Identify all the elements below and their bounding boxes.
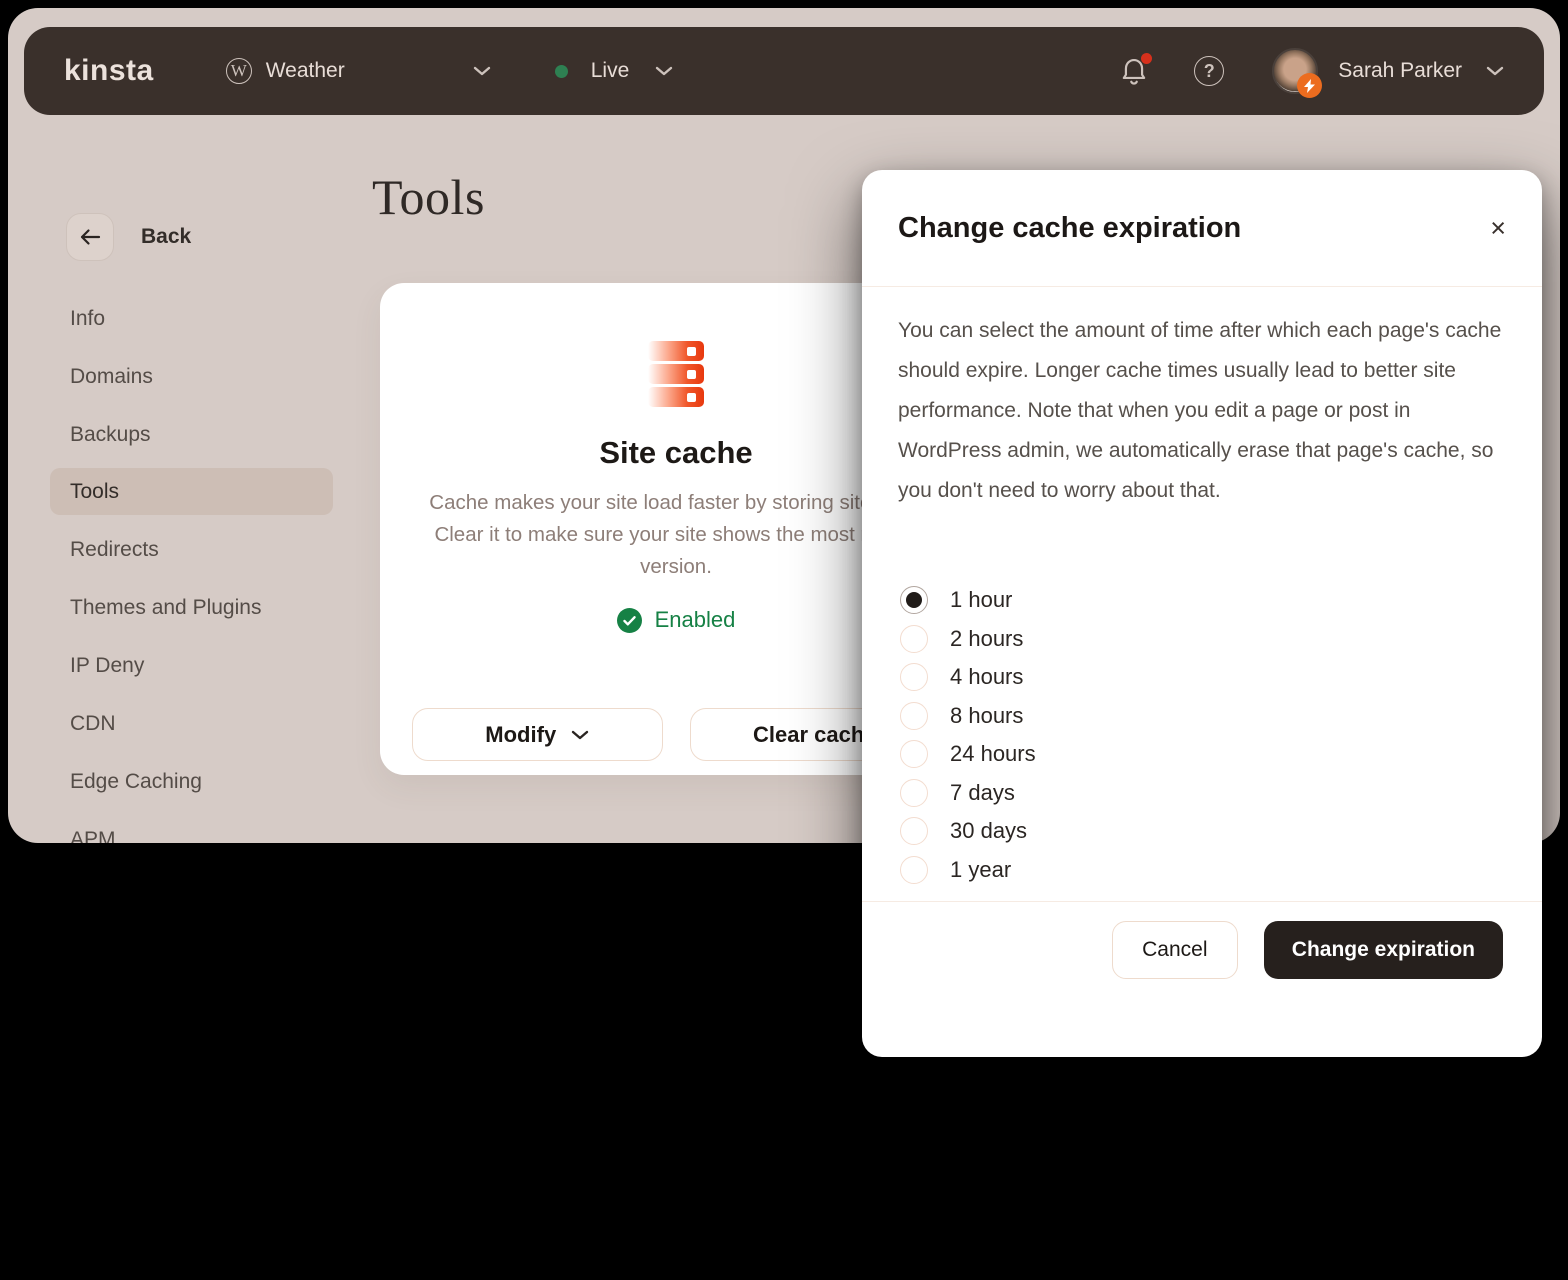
sidebar-item-ip-deny[interactable]: IP Deny: [50, 642, 333, 689]
sidebar-item-domains[interactable]: Domains: [50, 353, 333, 400]
sidebar-item-tools[interactable]: Tools: [50, 468, 333, 515]
sidebar-item-label: APM: [70, 828, 116, 844]
notification-badge: [1141, 53, 1152, 64]
radio-button[interactable]: [900, 625, 928, 653]
radio-option-8-hours[interactable]: 8 hours: [900, 702, 1036, 730]
back-button[interactable]: [66, 213, 114, 261]
radio-option-2-hours[interactable]: 2 hours: [900, 625, 1036, 653]
sidebar-item-label: Themes and Plugins: [70, 596, 261, 620]
page-title: Tools: [372, 168, 485, 226]
modal-description: You can select the amount of time after …: [862, 287, 1542, 511]
sidebar-item-label: Tools: [70, 480, 119, 504]
chevron-down-icon: [571, 730, 589, 740]
modal-footer: Cancel Change expiration: [862, 901, 1542, 979]
modify-button[interactable]: Modify: [412, 708, 663, 761]
cancel-button[interactable]: Cancel: [1112, 921, 1238, 979]
sidebar-item-label: Redirects: [70, 538, 159, 562]
sidebar-item-label: Info: [70, 307, 105, 331]
change-expiration-button[interactable]: Change expiration: [1264, 921, 1503, 979]
sidebar-item-apm[interactable]: APM: [50, 816, 333, 843]
chevron-down-icon: [655, 66, 673, 76]
sidebar-item-label: Backups: [70, 423, 151, 447]
radio-option-1-hour[interactable]: 1 hour: [900, 586, 1036, 614]
back-row: Back: [66, 213, 191, 261]
option-label: 1 year: [950, 857, 1011, 883]
lightning-badge-icon: [1297, 73, 1322, 98]
user-avatar-button[interactable]: [1272, 48, 1318, 94]
option-label: 24 hours: [950, 741, 1036, 767]
cache-server-icon: [648, 341, 704, 407]
back-label: Back: [141, 225, 191, 249]
radio-button[interactable]: [900, 817, 928, 845]
help-button[interactable]: ?: [1194, 56, 1224, 86]
modal-header: Change cache expiration ×: [862, 170, 1542, 287]
modify-label: Modify: [485, 722, 556, 748]
sidebar-item-redirects[interactable]: Redirects: [50, 526, 333, 573]
radio-button[interactable]: [900, 702, 928, 730]
radio-option-4-hours[interactable]: 4 hours: [900, 663, 1036, 691]
site-selector-dropdown[interactable]: W Weather: [226, 58, 491, 84]
sidebar-item-label: CDN: [70, 712, 116, 736]
modal-title: Change cache expiration: [898, 212, 1241, 245]
sidebar-item-label: Domains: [70, 365, 153, 389]
change-cache-expiration-modal: Change cache expiration × You can select…: [862, 170, 1542, 1057]
top-navbar: kinsta W Weather Live ?: [24, 27, 1544, 115]
option-label: 2 hours: [950, 626, 1023, 652]
radio-option-24-hours[interactable]: 24 hours: [900, 740, 1036, 768]
radio-button[interactable]: [900, 856, 928, 884]
option-label: 4 hours: [950, 664, 1023, 690]
user-name: Sarah Parker: [1338, 59, 1462, 83]
environment-dropdown[interactable]: Live: [555, 59, 674, 83]
sidebar-item-label: Edge Caching: [70, 770, 202, 794]
radio-button[interactable]: [900, 663, 928, 691]
option-label: 1 hour: [950, 587, 1012, 613]
notifications-button[interactable]: [1120, 56, 1148, 86]
site-name: Weather: [266, 59, 345, 83]
cache-expiration-options: 1 hour 2 hours 4 hours 8 hours 24 hours …: [900, 586, 1036, 884]
sidebar-item-backups[interactable]: Backups: [50, 411, 333, 458]
option-label: 8 hours: [950, 703, 1023, 729]
radio-option-7-days[interactable]: 7 days: [900, 779, 1036, 807]
status-badge: Enabled: [655, 607, 736, 633]
chevron-down-icon: [1486, 66, 1504, 76]
wordpress-icon: W: [226, 58, 252, 84]
clear-cache-label: Clear cache: [753, 722, 877, 748]
kinsta-logo: kinsta: [64, 54, 154, 88]
card-buttons: Modify Clear cache: [412, 708, 940, 761]
arrow-left-icon: [79, 228, 101, 246]
radio-button[interactable]: [900, 779, 928, 807]
sidebar-item-cdn[interactable]: CDN: [50, 700, 333, 747]
chevron-down-icon: [473, 66, 491, 76]
radio-button[interactable]: [900, 586, 928, 614]
close-icon[interactable]: ×: [1490, 215, 1506, 242]
sidebar-item-themes-and-plugins[interactable]: Themes and Plugins: [50, 584, 333, 631]
navbar-right: ? Sarah Parker: [1120, 48, 1504, 94]
radio-button[interactable]: [900, 740, 928, 768]
radio-option-30-days[interactable]: 30 days: [900, 817, 1036, 845]
sidebar-item-label: IP Deny: [70, 654, 144, 678]
sidebar-item-edge-caching[interactable]: Edge Caching: [50, 758, 333, 805]
sidebar-item-info[interactable]: Info: [50, 295, 333, 342]
check-circle-icon: [617, 608, 642, 633]
radio-option-1-year[interactable]: 1 year: [900, 856, 1036, 884]
environment-name: Live: [591, 59, 630, 83]
live-status-dot: [555, 65, 568, 78]
option-label: 30 days: [950, 818, 1027, 844]
option-label: 7 days: [950, 780, 1015, 806]
